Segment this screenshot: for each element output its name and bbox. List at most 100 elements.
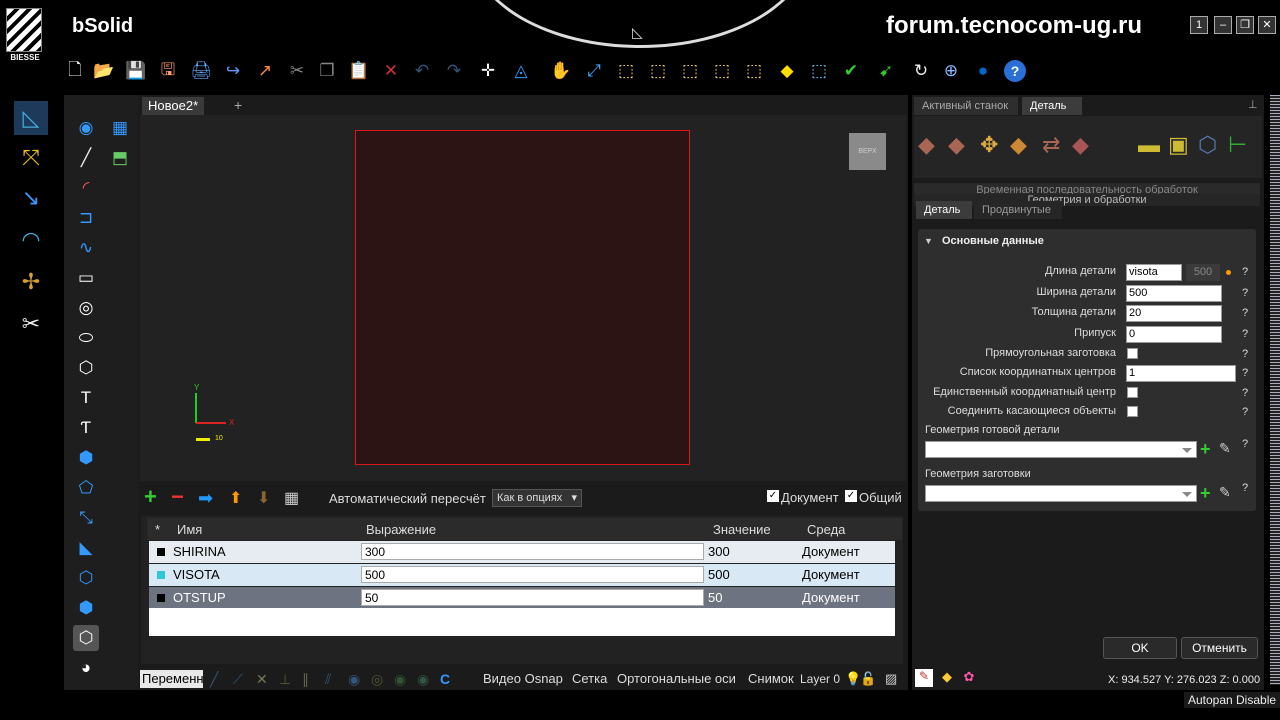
surface-icon[interactable]: ▦ [107,115,133,141]
save-icon[interactable]: 💾 [125,60,147,82]
cut-icon[interactable]: ✂ [286,60,308,82]
help-icon[interactable]: ? [1242,266,1248,278]
view-top-icon[interactable]: ⬚ [679,60,701,82]
paste-icon[interactable]: 📋 [348,60,370,82]
maximize-button[interactable]: ❐ [1236,16,1254,34]
copy-icon[interactable]: ❐ [316,60,338,82]
redo-icon[interactable]: ↷ [443,60,465,82]
snap-tangent-icon[interactable]: ⟋ [233,670,243,688]
axes-icon[interactable]: ⊢ [1228,132,1247,158]
tab-part[interactable]: Деталь [1022,97,1082,115]
help-icon[interactable]: ? [1242,367,1248,379]
snapshot-toggle[interactable]: Снимок [748,670,794,688]
help-blank-geometry[interactable]: ? [1242,482,1248,494]
finished-geometry-select[interactable] [925,441,1197,458]
document-checkbox[interactable]: ✓ [767,490,779,502]
common-checkbox[interactable]: ✓ [845,490,857,502]
help-icon[interactable]: ? [1242,387,1248,399]
snap-point-icon[interactable]: ◉ [394,670,406,688]
spline-icon[interactable]: ∿ [73,235,99,261]
pin-icon[interactable]: ⊥ [1248,98,1258,111]
add-variable-icon[interactable]: + [144,486,164,508]
snap-quadrant-icon[interactable]: ◎ [371,670,383,688]
variable-expression-input[interactable] [361,543,704,560]
sweep-icon[interactable]: ◣ [73,535,99,561]
arrow-right-icon[interactable]: ➡ [198,488,218,508]
help-icon[interactable]: ? [1242,287,1248,299]
help-icon[interactable]: ? [1242,406,1248,418]
view-iso-icon[interactable]: ⬚ [615,60,637,82]
cube-icon[interactable]: ⬡ [73,565,99,591]
tab-active-machine[interactable]: Активный станок [914,97,1018,115]
hatch-icon[interactable]: ▨ [885,670,897,688]
move-up-icon[interactable]: ⬆ [229,488,245,508]
new-icon[interactable]: 🗋 [64,60,86,82]
view-front-icon[interactable]: ⬚ [647,60,669,82]
help-icon[interactable]: ? [1242,328,1248,340]
snap-icon[interactable]: ◬ [510,60,532,82]
sphere-icon[interactable]: ● [972,60,994,82]
dimension-icon[interactable]: ↘ [14,181,48,215]
import-icon[interactable]: ↪ [222,60,244,82]
snap-node-icon[interactable]: ◉ [417,670,429,688]
variable-expression-input[interactable] [361,589,704,606]
color-icon[interactable]: ◆ [938,669,956,687]
point-icon[interactable]: ◉ [73,115,99,141]
variables-tab[interactable]: Переменн [140,670,203,688]
video-osnap-toggle[interactable]: Видео Osnap [483,670,563,688]
pipe-icon[interactable]: ⤡ [73,505,99,531]
table-row[interactable]: VISOTA 500 Документ [149,564,895,586]
variable-expression-input[interactable] [361,566,704,583]
view-right-icon[interactable]: ⬚ [711,60,733,82]
part-brown-icon[interactable]: ◆ [918,132,935,158]
collapse-icon[interactable]: ▼ [924,236,933,246]
header-scope[interactable]: Среда [807,522,845,537]
refresh-icon[interactable]: ↻ [910,60,932,82]
info-button[interactable]: 1 [1190,16,1208,34]
snap-line-icon[interactable]: ╱ [210,670,218,688]
ortho-toggle[interactable]: Ортогональные оси [617,670,736,688]
connect-icon[interactable]: ➹ [875,60,897,82]
palette-icon[interactable]: ✿ [960,669,978,687]
header-name[interactable]: Имя [177,522,202,537]
snap-parallel-icon[interactable]: ∥ [302,670,309,688]
snap-intersect-icon[interactable]: ✕ [256,670,268,688]
snap-magnet-icon[interactable]: C [440,670,450,688]
help-icon[interactable]: ? [1004,60,1026,82]
document-tab[interactable]: Новое2* [142,97,205,115]
table-row[interactable]: SHIRINA 300 Документ [149,541,895,563]
header-expression[interactable]: Выражение [366,522,436,537]
zoom-icon[interactable]: ⤢ [583,60,605,82]
view-cube[interactable]: ВЕРХ [849,133,886,170]
export-icon[interactable]: ↗ [254,60,276,82]
field-checkbox[interactable] [1127,406,1138,417]
arc-icon[interactable]: ◜ [73,175,99,201]
field-input[interactable]: 20 [1126,305,1222,322]
solid-box-icon[interactable]: ⬢ [73,445,99,471]
cancel-button[interactable]: Отменить [1181,637,1258,659]
snap-center-icon[interactable]: ◉ [348,670,360,688]
extrude-icon[interactable]: ⬠ [73,475,99,501]
header-value[interactable]: Значение [713,522,771,537]
print-icon[interactable]: 🖨 [190,60,212,82]
subtab-advanced[interactable]: Продвинутые [974,201,1062,219]
field-checkbox[interactable] [1127,387,1138,398]
minimize-button[interactable]: – [1214,16,1232,34]
lock-icon[interactable]: 🔓 [860,670,876,688]
part-plus-icon[interactable]: ◆ [948,132,965,158]
snap-perp-icon[interactable]: ⊥ [279,670,291,688]
panel-frame-icon[interactable]: ▣ [1168,132,1189,158]
part-move-icon[interactable]: ✥ [980,132,998,158]
delete-icon[interactable]: ✕ [380,60,402,82]
globe-icon[interactable]: ⊕ [940,60,962,82]
field-checkbox[interactable] [1127,348,1138,359]
view-solid-icon[interactable]: ◆ [776,60,798,82]
blank-geometry-select[interactable] [925,485,1197,502]
help-finished-geometry[interactable]: ? [1242,438,1248,450]
edit-geometry-icon[interactable]: ✎ [1219,440,1231,457]
snap-ortho-icon[interactable]: ⫽ [325,670,331,688]
gauge-icon[interactable]: ◠ [14,223,48,257]
remove-variable-icon[interactable]: − [171,486,191,508]
grid-toggle[interactable]: Сетка [572,670,607,688]
field-input[interactable]: 1 [1126,365,1236,382]
